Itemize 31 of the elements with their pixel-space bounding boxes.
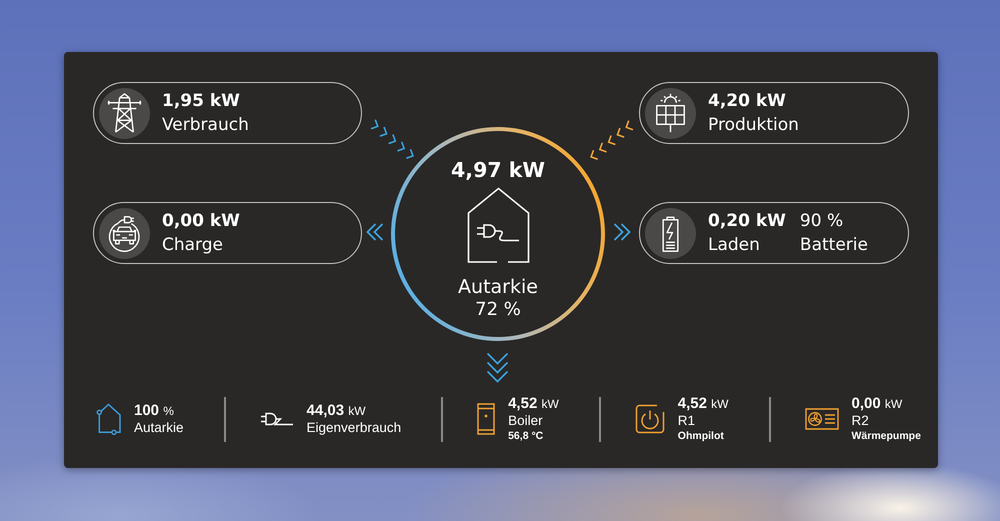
reading-value: 1,95 kW [162, 90, 241, 112]
reading-label: Charge [162, 234, 224, 256]
summary-detail: 56,8 °C [508, 429, 544, 444]
reading-label: Produktion [708, 114, 799, 136]
ring-label: Autarkie [458, 275, 538, 299]
car-icon [99, 208, 150, 258]
reading-value: 0,20 kW [708, 210, 786, 232]
summary-label: Boiler [508, 413, 544, 430]
battery-icon [645, 208, 696, 258]
house-plug-icon [466, 187, 530, 263]
summary-detail: Ohmpilot [678, 429, 725, 444]
summary-value: 4,52 kW [678, 395, 728, 414]
summary-label: R1 [678, 413, 696, 430]
reading-value: 4,20 kW [708, 90, 787, 112]
summary-value: 0,00 kW [852, 395, 904, 414]
reading-label: Batterie [800, 234, 868, 256]
summary-value: 100 % [134, 402, 175, 420]
summary-label: R2 [852, 413, 870, 430]
summary-label: Autarkie [134, 420, 184, 436]
transmission-tower-icon [99, 88, 150, 138]
reading-value: 0,00 kW [162, 210, 240, 232]
summary-detail: Wärmepumpe [852, 429, 921, 444]
total-power: 4,97 kW [451, 158, 545, 182]
reading-label: Laden [708, 234, 761, 256]
reading-value: 90 % [800, 210, 844, 232]
summary-value: 44,03 kW [306, 402, 367, 420]
reading-label: Verbrauch [162, 114, 249, 136]
ring-percent: 72 % [475, 299, 521, 321]
summary-label: Eigenverbrauch [306, 420, 402, 436]
summary-value: 4,52 kW [508, 395, 559, 414]
solar-panel-icon [645, 88, 696, 138]
